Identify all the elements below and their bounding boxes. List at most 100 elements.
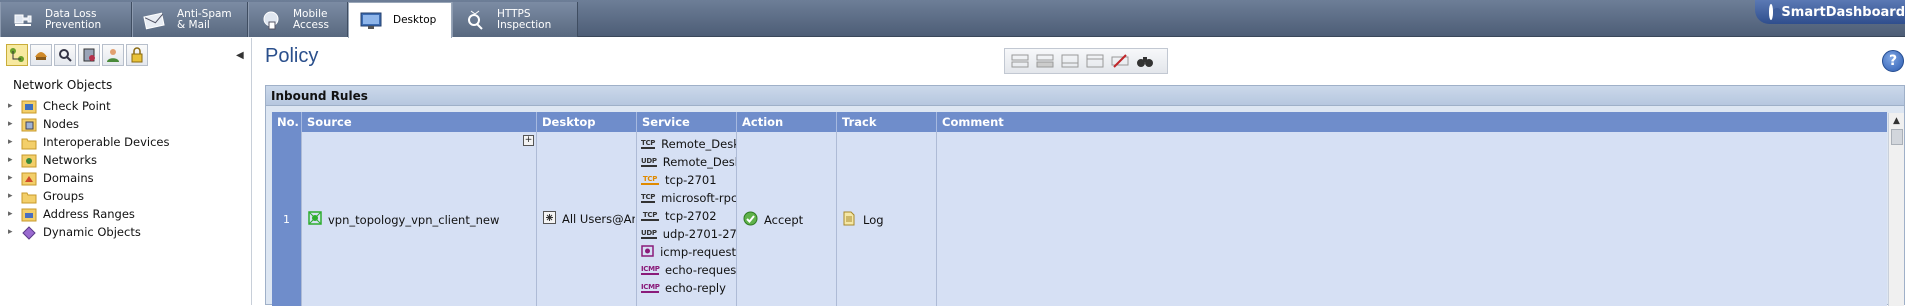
action-object: Accept — [743, 211, 803, 229]
track-cell[interactable]: Log — [837, 132, 937, 306]
table-row[interactable]: 1 + vpn_topology_vpn_client_new All User… — [272, 132, 1887, 306]
source-object: vpn_topology_vpn_client_new — [308, 211, 499, 228]
expand-arrow-icon[interactable]: ▸ — [8, 227, 21, 237]
tree-item-label: Dynamic Objects — [43, 225, 141, 239]
panel-title: Network Objects — [13, 78, 113, 92]
tcp-service-icon: TCP — [641, 210, 659, 221]
list-item: TCP microsoft-rpc — [641, 189, 736, 207]
list-item: ICMP echo-reply — [641, 279, 736, 297]
tree-item-dynamic-objects[interactable]: ▸ Dynamic Objects — [8, 223, 169, 241]
vertical-scrollbar[interactable]: ▲ — [1888, 113, 1904, 306]
tree-item-label: Address Ranges — [43, 207, 135, 221]
groups-icon — [21, 190, 37, 203]
mobile-access-icon — [259, 9, 283, 31]
tab-label: Mobile Access — [293, 7, 329, 31]
smartdashboard-logo-icon — [1769, 4, 1783, 20]
list-item: icmp-request — [641, 243, 736, 261]
scroll-up-arrow-icon[interactable]: ▲ — [1889, 113, 1904, 129]
address-ranges-icon — [21, 208, 37, 221]
column-header-track[interactable]: Track — [837, 112, 937, 132]
add-rule-bottom-icon[interactable] — [1059, 51, 1081, 71]
top-tab-bar: Data Loss Prevention Anti-Spam & Mail Mo… — [0, 0, 1905, 38]
collapse-panel-chevron-icon[interactable]: ◀ — [236, 50, 244, 61]
delete-rule-icon[interactable] — [1109, 51, 1131, 71]
add-rule-above-icon[interactable] — [1009, 51, 1031, 71]
add-rule-top-icon[interactable] — [1084, 51, 1106, 71]
comment-cell[interactable] — [937, 132, 1887, 306]
tree-item-check-point[interactable]: ▸ Check Point — [8, 97, 169, 115]
accept-icon — [743, 211, 758, 229]
expand-arrow-icon[interactable]: ▸ — [8, 209, 21, 219]
column-header-action[interactable]: Action — [737, 112, 837, 132]
objects-tree-panel: ◀ Network Objects ▸ Check Point ▸ Nodes … — [0, 38, 252, 305]
tree-item-address-ranges[interactable]: ▸ Address Ranges — [8, 205, 169, 223]
tree-item-nodes[interactable]: ▸ Nodes — [8, 115, 169, 133]
tab-label: Data Loss Prevention — [45, 7, 102, 31]
policy-main-panel: Policy ? Inbound Rules No. Source Deskto… — [253, 38, 1905, 306]
desktop-cell[interactable]: All Users@Ar — [537, 132, 637, 306]
vpn-communities-icon[interactable] — [126, 44, 148, 66]
networks-icon — [21, 154, 37, 167]
expand-plus-icon[interactable]: + — [523, 135, 534, 146]
expand-arrow-icon[interactable]: ▸ — [8, 191, 21, 201]
brand-label: SmartDashboard — [1781, 4, 1905, 20]
tree-item-domains[interactable]: ▸ Domains — [8, 169, 169, 187]
vpn-community-icon — [308, 211, 322, 228]
tree-item-interoperable-devices[interactable]: ▸ Interoperable Devices — [8, 133, 169, 151]
action-label: Accept — [764, 213, 804, 227]
nodes-icon — [21, 118, 37, 131]
services-icon[interactable] — [30, 44, 52, 66]
tree-item-label: Check Point — [43, 99, 111, 113]
help-icon[interactable]: ? — [1882, 50, 1904, 72]
https-inspection-icon — [463, 9, 487, 31]
column-header-comment[interactable]: Comment — [937, 112, 1887, 132]
expand-arrow-icon[interactable]: ▸ — [8, 137, 21, 147]
expand-arrow-icon[interactable]: ▸ — [8, 101, 21, 111]
list-item: TCP Remote_Desk — [641, 135, 736, 153]
folder-icon — [21, 136, 37, 149]
service-list: TCP Remote_Desk UDP Remote_Desk TCP tcp-270… — [641, 135, 736, 297]
service-name: Remote_Desk — [662, 155, 736, 169]
service-name: microsoft-rpc — [661, 191, 736, 205]
service-name: tcp-2702 — [665, 209, 717, 223]
service-group-icon — [641, 245, 654, 259]
expand-arrow-icon[interactable]: ▸ — [8, 173, 21, 183]
tcp-service-icon: TCP — [641, 192, 656, 203]
column-header-no[interactable]: No. — [272, 112, 302, 132]
service-name: Remote_Desk — [661, 137, 736, 151]
tab-desktop[interactable]: Desktop — [348, 2, 452, 38]
domains-icon — [21, 172, 37, 185]
add-rule-below-icon[interactable] — [1034, 51, 1056, 71]
udp-service-icon: UDP — [641, 156, 657, 167]
expand-arrow-icon[interactable]: ▸ — [8, 155, 21, 165]
search-binoculars-icon[interactable] — [1134, 51, 1156, 71]
servers-icon[interactable] — [78, 44, 100, 66]
tree-item-groups[interactable]: ▸ Groups — [8, 187, 169, 205]
scroll-thumb[interactable] — [1891, 129, 1903, 145]
rules-table: No. Source Desktop Service Action Track … — [272, 112, 1887, 306]
column-header-desktop[interactable]: Desktop — [537, 112, 637, 132]
udp-service-icon: UDP — [641, 228, 657, 239]
tab-label: Anti-Spam & Mail — [177, 7, 232, 31]
column-header-service[interactable]: Service — [637, 112, 737, 132]
service-name: echo-reply — [665, 281, 726, 295]
tab-data-loss-prevention[interactable]: Data Loss Prevention — [0, 2, 132, 37]
resources-icon[interactable] — [54, 44, 76, 66]
check-point-icon — [21, 100, 37, 113]
tab-mobile-access[interactable]: Mobile Access — [248, 2, 348, 37]
service-cell[interactable]: TCP Remote_Desk UDP Remote_Desk TCP tcp-270… — [637, 132, 737, 306]
tab-anti-spam-mail[interactable]: Anti-Spam & Mail — [132, 2, 248, 37]
tree-item-networks[interactable]: ▸ Networks — [8, 151, 169, 169]
network-objects-tree: ▸ Check Point ▸ Nodes ▸ Interoperable De… — [8, 97, 169, 241]
tab-https-inspection[interactable]: HTTPS Inspection — [452, 2, 578, 37]
source-cell[interactable]: + vpn_topology_vpn_client_new — [302, 132, 537, 306]
users-icon[interactable] — [102, 44, 124, 66]
network-objects-icon[interactable] — [6, 44, 28, 66]
column-header-source[interactable]: Source — [302, 112, 537, 132]
tree-item-label: Domains — [43, 171, 94, 185]
list-item: UDP udp-2701-270 — [641, 225, 736, 243]
tree-item-label: Nodes — [43, 117, 80, 131]
action-cell[interactable]: Accept — [737, 132, 837, 306]
expand-arrow-icon[interactable]: ▸ — [8, 119, 21, 129]
section-title: Inbound Rules — [266, 86, 1904, 106]
